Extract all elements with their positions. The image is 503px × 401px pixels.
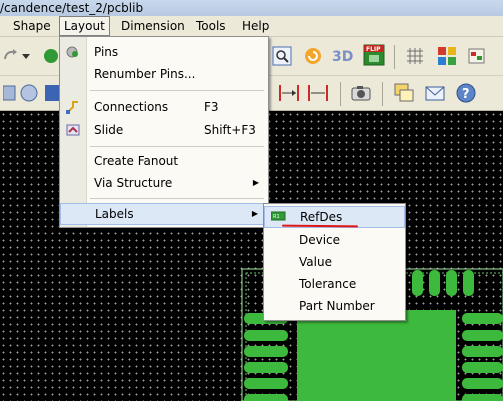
submenu-item-label: Device [299, 233, 341, 247]
menu-separator [90, 146, 264, 147]
menu-separator [90, 90, 264, 91]
menu-item-shortcut: Shift+F3 [204, 123, 256, 137]
menu-item-label: Connections [94, 100, 169, 114]
submenu-arrow-icon: ▶ [252, 178, 259, 187]
connections-icon [65, 99, 81, 115]
submenu-item-device[interactable]: Device [264, 229, 405, 251]
submenu-item-part-number[interactable]: Part Number [264, 295, 405, 317]
menu-item-renumber-pins[interactable]: Renumber Pins... [60, 63, 268, 85]
menu-item-connections[interactable]: Connections F3 [60, 96, 268, 118]
menu-item-shortcut: F3 [204, 100, 219, 114]
submenu-item-tolerance[interactable]: Tolerance [264, 273, 405, 295]
menu-item-slide[interactable]: Slide Shift+F3 [60, 119, 268, 141]
submenu-item-label: Value [299, 255, 332, 269]
menu-separator [90, 198, 264, 199]
menu-item-labels[interactable]: Labels ▶ [60, 203, 268, 225]
pins-icon [65, 44, 81, 60]
submenu-item-value[interactable]: Value [264, 251, 405, 273]
menu-item-label: Via Structure [94, 176, 173, 190]
menu-item-label: Renumber Pins... [94, 67, 196, 81]
menu-item-label: Create Fanout [94, 154, 179, 168]
labels-submenu: R1 RefDes Device Value Tolerance Part Nu… [263, 203, 406, 321]
refdes-icon: R1 [270, 209, 287, 225]
layout-menu: Pins Renumber Pins... Connections F3 Sli… [59, 36, 269, 228]
submenu-item-label: Part Number [299, 299, 375, 313]
menu-item-create-fanout[interactable]: Create Fanout [60, 150, 268, 172]
submenu-item-label: Tolerance [299, 277, 357, 291]
menu-item-via-structure[interactable]: Via Structure ▶ [60, 172, 268, 194]
menu-item-label: Slide [94, 123, 124, 137]
slide-icon [65, 122, 81, 138]
submenu-arrow-icon: ▶ [251, 209, 258, 218]
menu-item-label: Pins [94, 45, 119, 59]
menu-item-label: Labels [95, 207, 134, 221]
menu-item-pins[interactable]: Pins [60, 41, 268, 63]
svg-text:R1: R1 [273, 214, 280, 220]
